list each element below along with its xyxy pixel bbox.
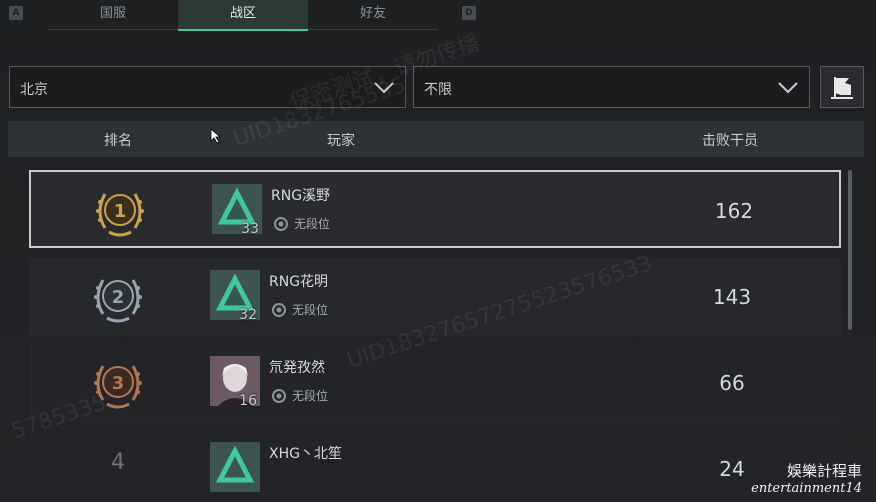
tier-text: 无段位 xyxy=(292,303,329,317)
region-select[interactable]: 北京 xyxy=(9,66,406,108)
leaderboard-screen: A 国服 战区 好友 D 北京 不限 排名 玩家 击败干员 1 33 RNG溪野… xyxy=(0,0,876,502)
tab-bar: A 国服 战区 好友 D xyxy=(0,0,876,31)
gold-medal-icon: 1 xyxy=(96,193,144,237)
chevron-down-icon xyxy=(374,82,394,94)
channel-logo-line1: 娛樂計程車 xyxy=(786,462,862,480)
subfilter-select[interactable]: 不限 xyxy=(413,66,810,108)
mouse-cursor-icon xyxy=(210,128,222,144)
bronze-medal-icon: 3 xyxy=(94,365,142,409)
kills-value: 143 xyxy=(712,285,752,309)
avatar[interactable]: 32 xyxy=(210,270,260,323)
tier-label: 无段位 xyxy=(273,215,330,232)
player-level: 16 xyxy=(239,393,257,409)
tier-text: 无段位 xyxy=(294,217,331,231)
rank-badge-icon xyxy=(272,389,286,403)
rank-number: 2 xyxy=(112,287,125,308)
header-kills: 击败干员 xyxy=(702,133,758,149)
kills-value: 66 xyxy=(719,371,745,395)
table-header: 排名 玩家 击败干员 xyxy=(8,121,864,157)
key-hint-left: A xyxy=(9,6,23,20)
table-row[interactable]: 3 16 氘発孜然 无段位 66 xyxy=(29,344,841,422)
player-level: 33 xyxy=(241,221,259,237)
flag-button[interactable] xyxy=(820,66,864,108)
chevron-down-icon xyxy=(778,82,798,94)
subfilter-select-value: 不限 xyxy=(424,82,452,98)
region-select-value: 北京 xyxy=(20,82,48,98)
flag-icon xyxy=(831,77,853,99)
kills-value: 162 xyxy=(714,199,754,223)
tab-friends[interactable]: 好友 xyxy=(308,0,438,30)
scrollbar[interactable] xyxy=(848,170,852,330)
player-level: 32 xyxy=(239,307,257,323)
rank-number: 1 xyxy=(114,201,127,222)
player-name: XHG丶北笙 xyxy=(269,446,342,462)
avatar[interactable] xyxy=(210,442,260,492)
rank-number: 4 xyxy=(111,450,125,475)
avatar[interactable]: 16 xyxy=(210,356,260,409)
avatar[interactable]: 33 xyxy=(212,184,262,237)
header-rank: 排名 xyxy=(104,133,132,149)
key-hint-right: D xyxy=(462,6,476,20)
tab-national[interactable]: 国服 xyxy=(48,0,178,30)
player-name: RNG花明 xyxy=(269,274,329,290)
table-row[interactable]: 2 32 RNG花明 无段位 143 xyxy=(29,258,841,336)
channel-logo: 娛樂計程車 entertainment14 xyxy=(751,460,862,496)
player-name: RNG溪野 xyxy=(271,188,331,204)
rank-badge-icon xyxy=(272,303,286,317)
silver-medal-icon: 2 xyxy=(94,279,142,323)
table-row[interactable]: 1 33 RNG溪野 无段位 162 xyxy=(29,170,841,248)
player-name: 氘発孜然 xyxy=(269,360,325,376)
table-row[interactable]: 4 XHG丶北笙 24 xyxy=(29,430,841,502)
rank-number: 3 xyxy=(112,373,125,394)
tier-label: 无段位 xyxy=(271,301,328,318)
rank-badge-icon xyxy=(274,217,288,231)
tier-text: 无段位 xyxy=(292,389,329,403)
tab-war-zone[interactable]: 战区 xyxy=(178,0,308,31)
tier-label: 无段位 xyxy=(271,387,328,404)
header-player: 玩家 xyxy=(327,133,355,149)
channel-logo-line2: entertainment14 xyxy=(751,481,862,496)
triangle-logo-icon xyxy=(215,445,255,483)
